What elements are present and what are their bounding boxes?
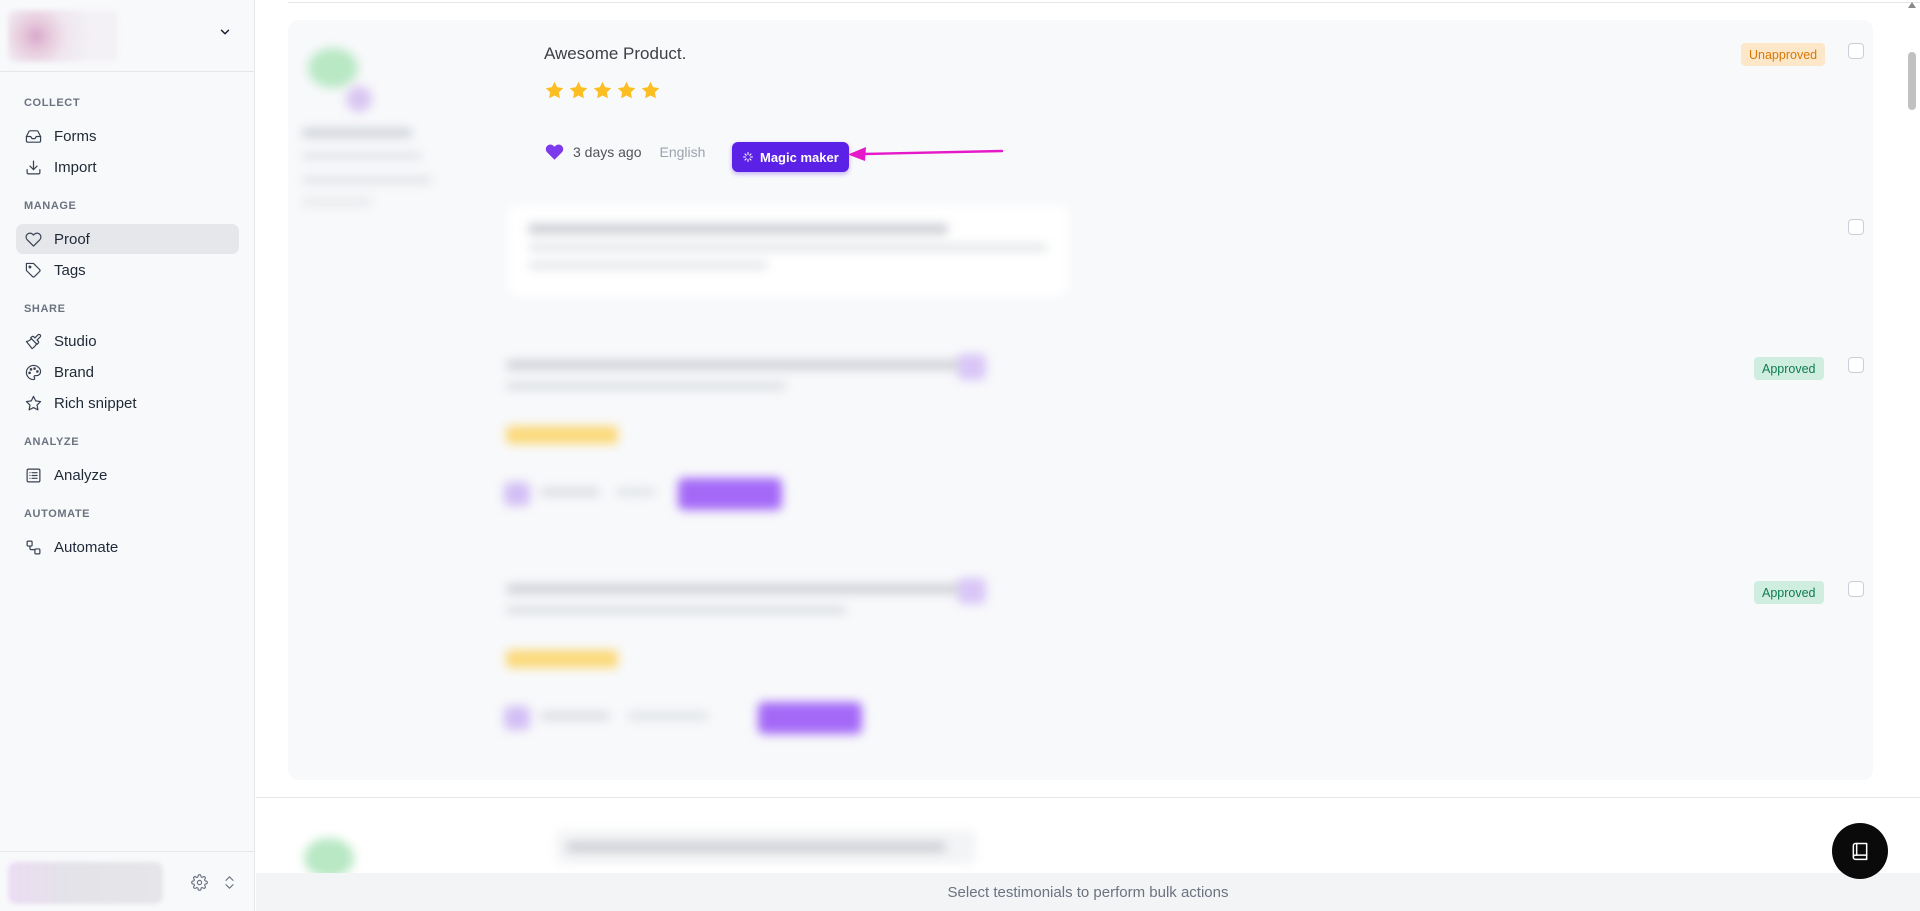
- testimonial-time: 3 days ago: [573, 144, 642, 160]
- workspace-switcher[interactable]: [0, 0, 255, 72]
- sidebar: COLLECT Forms Import MANAGE Proof Tags S…: [0, 0, 255, 911]
- meta-text: [540, 488, 600, 496]
- select-checkbox[interactable]: [1848, 43, 1864, 59]
- select-checkbox[interactable]: [1848, 581, 1864, 597]
- testimonial-text: [506, 382, 786, 390]
- scroll-up-arrow[interactable]: [1908, 2, 1916, 8]
- star-icon: [641, 81, 660, 99]
- section-analyze: ANALYZE: [24, 436, 80, 448]
- help-button[interactable]: [1832, 823, 1888, 879]
- workflow-icon: [24, 538, 42, 556]
- sidebar-item-label: Automate: [54, 538, 119, 556]
- chevron-down-icon[interactable]: [211, 18, 239, 46]
- sidebar-item-label: Proof: [54, 230, 90, 248]
- palette-icon: [24, 363, 42, 381]
- star-icon: [545, 81, 564, 99]
- status-badge: Approved: [1754, 581, 1824, 604]
- sidebar-item-label: Analyze: [54, 466, 108, 484]
- scrollbar-thumb[interactable]: [1908, 52, 1916, 110]
- heart-icon: [504, 706, 530, 730]
- sidebar-item-automate[interactable]: Automate: [16, 532, 239, 562]
- sidebar-item-proof[interactable]: Proof: [16, 224, 239, 254]
- section-share: SHARE: [24, 303, 66, 315]
- section-manage: MANAGE: [24, 200, 77, 212]
- sidebar-footer: [0, 851, 255, 911]
- author-name: [302, 128, 412, 138]
- sidebar-item-label: Rich snippet: [54, 394, 137, 412]
- sidebar-item-studio[interactable]: Studio: [16, 326, 239, 356]
- sidebar-item-tags[interactable]: Tags: [16, 255, 239, 285]
- inbox-icon: [24, 127, 42, 145]
- sidebar-item-label: Forms: [54, 127, 97, 145]
- avatar: [308, 48, 358, 88]
- testimonial-language: English: [659, 144, 706, 160]
- meta-text: [628, 712, 708, 720]
- author-company: [302, 176, 432, 184]
- magic-maker-label: Magic maker: [760, 149, 839, 165]
- reply-card: [508, 206, 1068, 296]
- heart-icon: [545, 144, 564, 160]
- sidebar-item-label: Brand: [54, 363, 95, 381]
- testimonial-text: [506, 360, 966, 370]
- magic-maker-button: [678, 478, 782, 510]
- reply-card: [556, 830, 976, 864]
- book-icon: [1852, 842, 1868, 861]
- sidebar-item-analyze[interactable]: Analyze: [16, 460, 239, 490]
- star-icon: [24, 394, 42, 412]
- author-meta: [302, 198, 372, 206]
- annotation-arrow: [848, 147, 1004, 161]
- heart-icon: [958, 354, 986, 380]
- rating-stars: [506, 650, 618, 668]
- testimonial-text: [506, 584, 966, 594]
- user-menu[interactable]: [8, 862, 163, 904]
- section-collect: COLLECT: [24, 97, 81, 109]
- sidebar-item-label: Tags: [54, 261, 86, 279]
- sidebar-item-label: Import: [54, 158, 97, 176]
- select-checkbox[interactable]: [1848, 219, 1864, 235]
- testimonial-group: [288, 20, 1873, 780]
- sidebar-item-import[interactable]: Import: [16, 152, 239, 182]
- star-icon: [569, 81, 588, 99]
- tag-icon: [24, 261, 42, 279]
- bulk-actions-text: Select testimonials to perform bulk acti…: [947, 883, 1229, 901]
- magic-maker-button: [758, 702, 862, 734]
- select-checkbox[interactable]: [1848, 357, 1864, 373]
- sparkle-icon: [742, 151, 754, 163]
- brush-icon: [24, 332, 42, 350]
- heart-icon: [24, 230, 42, 248]
- rating-stars: [544, 80, 661, 101]
- gear-icon[interactable]: [188, 871, 210, 893]
- status-badge: Unapproved: [1741, 43, 1826, 66]
- rating-stars: [506, 426, 618, 444]
- magic-maker-button[interactable]: Magic maker: [732, 142, 849, 172]
- avatar-badge: [346, 86, 372, 112]
- meta-text: [616, 488, 656, 496]
- import-icon: [24, 158, 42, 176]
- status-badge: Approved: [1754, 357, 1824, 380]
- section-automate: AUTOMATE: [24, 508, 91, 520]
- workspace-logo: [8, 10, 118, 62]
- chevrons-up-down-icon[interactable]: [218, 871, 240, 893]
- testimonial-title: Awesome Product.: [544, 44, 687, 63]
- heart-icon: [958, 578, 986, 604]
- sidebar-item-rich-snippet[interactable]: Rich snippet: [16, 388, 239, 418]
- author-title: [302, 152, 422, 160]
- testimonial-text: [506, 606, 846, 614]
- top-divider: [288, 2, 1920, 3]
- sidebar-item-label: Studio: [54, 332, 97, 350]
- sidebar-item-forms[interactable]: Forms: [16, 121, 239, 151]
- star-icon: [617, 81, 636, 99]
- star-icon: [593, 81, 612, 99]
- main-content: Awesome Product. 3 days ago English Magi…: [256, 0, 1920, 911]
- list-icon: [24, 466, 42, 484]
- testimonial-meta: 3 days ago English: [544, 142, 705, 162]
- sidebar-item-brand[interactable]: Brand: [16, 357, 239, 387]
- group-divider: [256, 797, 1920, 798]
- bulk-actions-bar: Select testimonials to perform bulk acti…: [256, 873, 1920, 911]
- meta-text: [540, 712, 610, 720]
- avatar: [304, 838, 354, 878]
- heart-icon: [504, 482, 530, 506]
